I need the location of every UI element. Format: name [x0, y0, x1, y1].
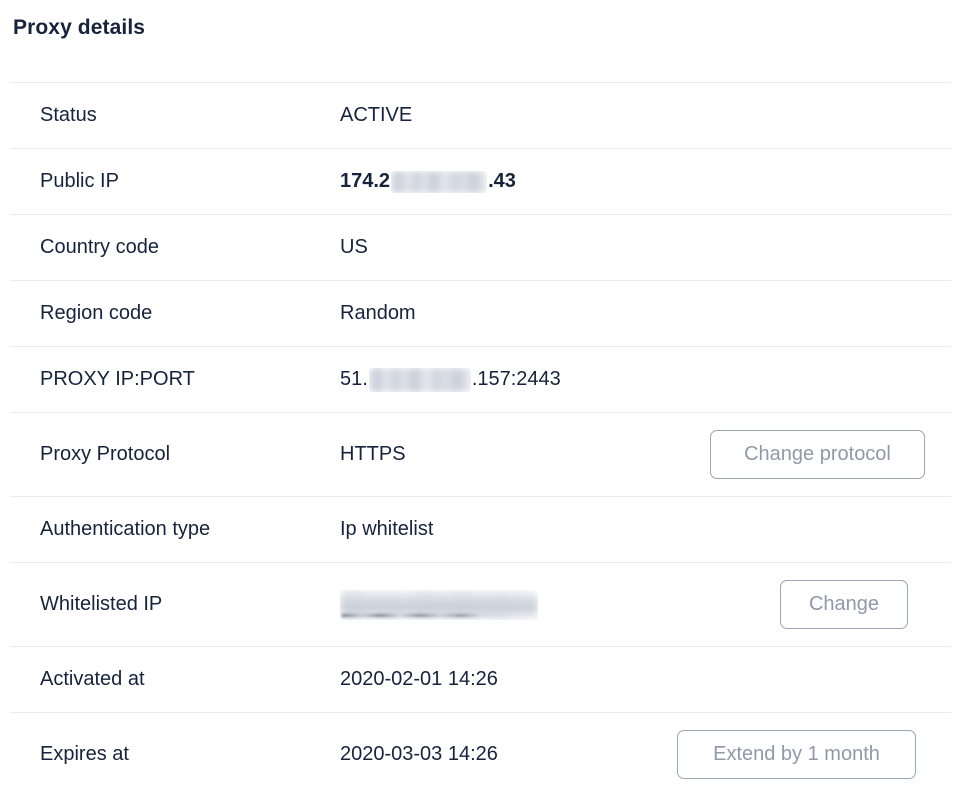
row-value-whitelisted-ip: [340, 590, 780, 620]
table-row: Public IP 174.2 .43: [10, 148, 951, 214]
row-label-country-code: Country code: [40, 236, 159, 258]
authentication-type-value: Ip whitelist: [340, 518, 434, 540]
row-value-country-code: US: [340, 234, 925, 262]
proxy-details-table: Status ACTIVE Public IP 174.2 .43 Country…: [0, 82, 961, 796]
country-code-value: US: [340, 236, 368, 258]
table-row: Status ACTIVE: [10, 82, 951, 148]
table-row: Expires at 2020-03-03 14:26 Extend by 1 …: [10, 712, 951, 796]
row-value-proxy-protocol: HTTPS: [340, 441, 710, 469]
row-action-proxy-protocol: Change protocol: [710, 430, 925, 479]
expires-at-value: 2020-03-03 14:26: [340, 743, 498, 765]
redacted-public-ip: [391, 171, 487, 193]
change-whitelisted-ip-button[interactable]: Change: [780, 580, 908, 629]
row-action-whitelisted-ip: Change: [780, 580, 925, 629]
region-code-value: Random: [340, 302, 416, 324]
change-protocol-button[interactable]: Change protocol: [710, 430, 925, 479]
row-label-expires-at: Expires at: [40, 743, 129, 765]
row-value-region-code: Random: [340, 300, 925, 328]
proxy-protocol-value: HTTPS: [340, 443, 406, 465]
proxy-details-page: Proxy details Status ACTIVE Public IP 17…: [0, 0, 961, 801]
public-ip-prefix: 174.2: [340, 170, 391, 192]
table-row: Proxy Protocol HTTPS Change protocol: [10, 412, 951, 496]
row-label-authentication-type: Authentication type: [40, 518, 211, 540]
row-value-proxy-ip-port: 51. .157:2443: [340, 366, 925, 394]
row-label-proxy-protocol: Proxy Protocol: [40, 443, 171, 465]
table-row: PROXY IP:PORT 51. .157:2443: [10, 346, 951, 412]
row-label-whitelisted-ip: Whitelisted IP: [40, 593, 163, 615]
row-value-activated-at: 2020-02-01 14:26: [340, 666, 925, 694]
redacted-whitelisted-ip: [340, 590, 538, 620]
proxy-ip-suffix: .157:2443: [471, 368, 561, 390]
activated-at-value: 2020-02-01 14:26: [340, 668, 498, 690]
table-row: Region code Random: [10, 280, 951, 346]
row-value-expires-at: 2020-03-03 14:26: [340, 741, 677, 769]
proxy-ip-prefix: 51.: [340, 368, 368, 390]
row-action-expires-at: Extend by 1 month: [677, 730, 925, 779]
page-title: Proxy details: [13, 16, 146, 39]
row-label-activated-at: Activated at: [40, 668, 145, 690]
row-value-public-ip: 174.2 .43: [340, 168, 925, 196]
table-row: Activated at 2020-02-01 14:26: [10, 646, 951, 712]
public-ip-suffix: .43: [488, 170, 516, 192]
row-value-status: ACTIVE: [340, 102, 925, 130]
table-row: Authentication type Ip whitelist: [10, 496, 951, 562]
row-value-authentication-type: Ip whitelist: [340, 516, 925, 544]
extend-subscription-button[interactable]: Extend by 1 month: [677, 730, 916, 779]
table-row: Whitelisted IP Change: [10, 562, 951, 646]
table-row: Country code US: [10, 214, 951, 280]
row-label-proxy-ip-port: PROXY IP:PORT: [40, 368, 195, 390]
redacted-proxy-ip: [369, 368, 471, 392]
status-badge: ACTIVE: [340, 104, 413, 126]
row-label-status: Status: [40, 104, 97, 126]
row-label-public-ip: Public IP: [40, 170, 119, 192]
row-label-region-code: Region code: [40, 302, 153, 324]
